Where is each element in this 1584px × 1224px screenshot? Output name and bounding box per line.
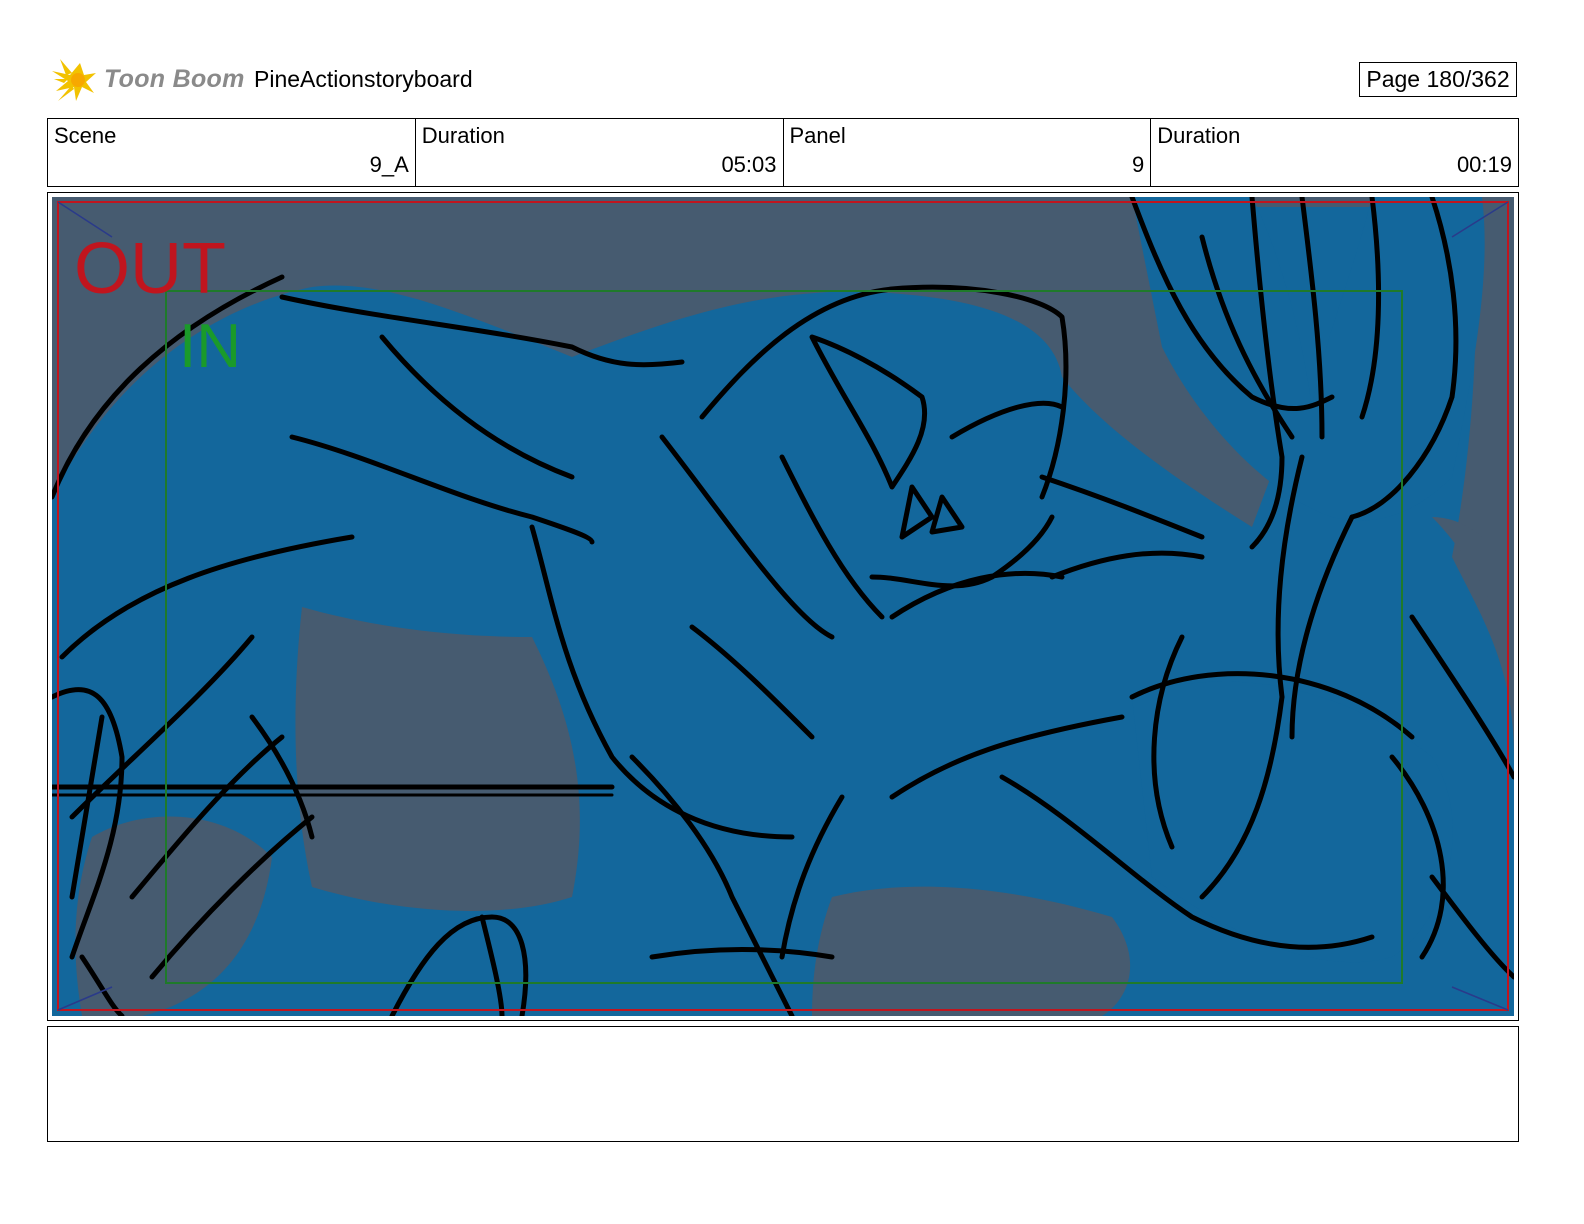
scene-duration-label: Duration: [421, 123, 505, 148]
panel-cell: Panel 9: [784, 119, 1152, 186]
scene-info-table: Scene 9_A Duration 05:03 Panel 9 Duratio…: [47, 118, 1519, 187]
scene-duration-value: 05:03: [721, 152, 777, 177]
panel-drawing: OUT IN: [52, 197, 1514, 1016]
scene-value: 9_A: [369, 152, 409, 177]
scene-cell: Scene 9_A: [48, 119, 416, 186]
project-title: PineActionstoryboard: [254, 66, 473, 92]
scene-label: Scene: [54, 123, 117, 148]
out-label: OUT: [74, 229, 226, 309]
logo-wordmark: Toon Boom: [104, 65, 245, 93]
scene-duration-cell: Duration 05:03: [416, 119, 784, 186]
panel-duration-label: Duration: [1157, 123, 1241, 148]
storyboard-panel: OUT IN: [47, 192, 1519, 1021]
panel-duration-cell: Duration 00:19: [1151, 119, 1518, 186]
figure-fill: [52, 197, 1514, 1016]
page-number: Page 180/362: [1359, 62, 1517, 97]
in-label: IN: [179, 312, 241, 381]
toon-boom-logo: Toon Boom: [50, 55, 244, 107]
panel-label: Panel: [789, 123, 846, 148]
panel-value: 9: [1132, 152, 1145, 177]
starburst-icon: [52, 59, 96, 101]
panel-duration-value: 00:19: [1456, 152, 1512, 177]
panel-notes-box: [47, 1026, 1519, 1142]
